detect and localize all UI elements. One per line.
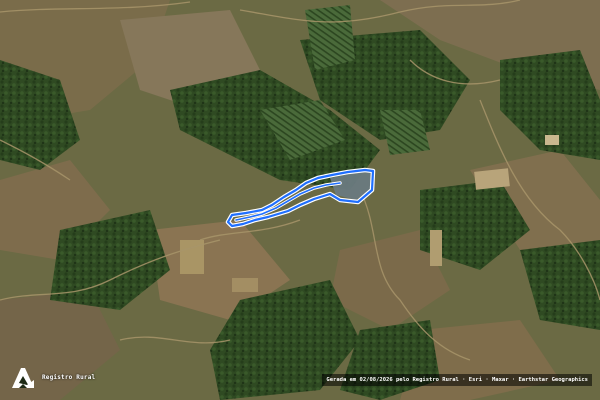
map-view[interactable]: Registro Rural Gerada em 02/08/2026 pelo… (0, 0, 600, 400)
satellite-basemap (0, 0, 600, 400)
registro-rural-logo: Registro Rural (10, 364, 95, 390)
registro-rural-logo-icon (12, 368, 34, 388)
map-attribution: Gerada em 02/08/2026 pelo Registro Rural… (322, 374, 592, 386)
logo-text: Registro Rural (42, 373, 96, 381)
